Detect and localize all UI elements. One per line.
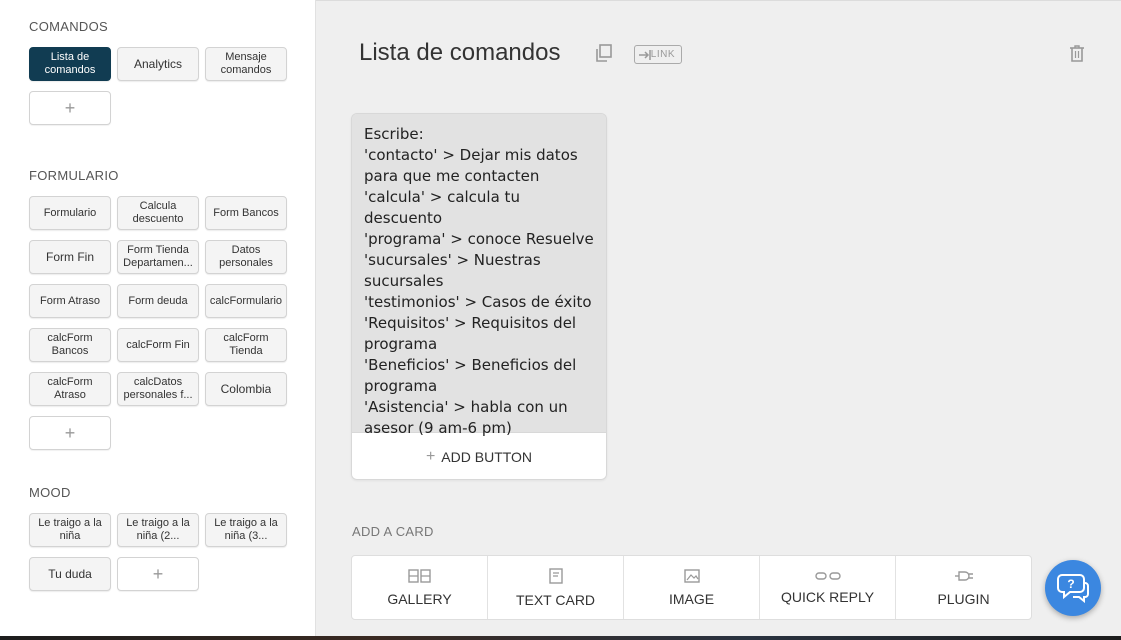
- block-calcformulario[interactable]: calcFormulario: [205, 284, 287, 318]
- block-le-traigo-a-la-nina-2[interactable]: Le traigo a la niña (2...: [117, 513, 199, 547]
- block-analytics[interactable]: Analytics: [117, 47, 199, 81]
- block-colombia[interactable]: Colombia: [205, 372, 287, 406]
- section-title-formulario: FORMULARIO: [29, 168, 119, 183]
- link-arrow-icon: [639, 50, 651, 60]
- block-datos-personales[interactable]: Datos personales: [205, 240, 287, 274]
- add-block-button[interactable]: +: [117, 557, 199, 591]
- mood-blocks: Le traigo a la niña Le traigo a la niña …: [29, 513, 315, 591]
- add-block-button[interactable]: +: [29, 416, 111, 450]
- add-text-card-button[interactable]: TEXT CARD: [488, 556, 624, 619]
- add-plugin-button[interactable]: PLUGIN: [896, 556, 1031, 619]
- block-calcula-descuento[interactable]: Calcula descuento: [117, 196, 199, 230]
- block-tu-duda[interactable]: Tu duda: [29, 557, 111, 591]
- block-mensaje-comandos[interactable]: Mensaje comandos: [205, 47, 287, 81]
- block-form-bancos[interactable]: Form Bancos: [205, 196, 287, 230]
- chat-help-icon: ?: [1057, 574, 1089, 603]
- block-calcform-atraso[interactable]: calcForm Atraso: [29, 372, 111, 406]
- quick-reply-icon: [814, 571, 841, 580]
- text-card: Escribe: 'contacto' > Dejar mis datos pa…: [351, 113, 607, 480]
- add-card-toolbar: GALLERY TEXT CARD IMAGE QUICK REPLY PLUG…: [351, 555, 1032, 620]
- svg-text:?: ?: [1067, 577, 1074, 591]
- block-form-tienda[interactable]: Form Tienda Departamen...: [117, 240, 199, 274]
- section-title-comandos: COMANDOS: [29, 19, 108, 34]
- add-image-button[interactable]: IMAGE: [624, 556, 760, 619]
- text-card-icon: [548, 567, 563, 584]
- plugin-label: PLUGIN: [937, 590, 990, 607]
- plugin-icon: [954, 570, 973, 581]
- block-form-atraso[interactable]: Form Atraso: [29, 284, 111, 318]
- link-button[interactable]: LINK: [634, 45, 682, 64]
- plus-icon: +: [425, 447, 436, 465]
- section-title-mood: MOOD: [29, 485, 71, 500]
- block-calcform-bancos[interactable]: calcForm Bancos: [29, 328, 111, 362]
- add-block-button[interactable]: +: [29, 91, 111, 125]
- block-le-traigo-a-la-nina-3[interactable]: Le traigo a la niña (3...: [205, 513, 287, 547]
- app-window: COMANDOS Lista de comandos Analytics Men…: [0, 0, 1121, 636]
- block-lista-de-comandos[interactable]: Lista de comandos: [29, 47, 111, 81]
- formulario-blocks: Formulario Calcula descuento Form Bancos…: [29, 196, 315, 450]
- add-quick-reply-button[interactable]: QUICK REPLY: [760, 556, 896, 619]
- add-card-label: ADD A CARD: [352, 524, 434, 539]
- add-gallery-button[interactable]: GALLERY: [352, 556, 488, 619]
- sidebar: COMANDOS Lista de comandos Analytics Men…: [0, 0, 316, 636]
- page-title[interactable]: Lista de comandos: [359, 39, 560, 67]
- link-label: LINK: [650, 49, 675, 60]
- block-form-deuda[interactable]: Form deuda: [117, 284, 199, 318]
- block-formulario[interactable]: Formulario: [29, 196, 111, 230]
- copy-icon[interactable]: [595, 44, 613, 62]
- trash-icon[interactable]: [1069, 44, 1085, 62]
- block-calcform-fin[interactable]: calcForm Fin: [117, 328, 199, 362]
- main-editor: Lista de comandos LINK Escribe: 'contact…: [316, 0, 1121, 636]
- quick-reply-label: QUICK REPLY: [780, 588, 875, 605]
- image-label: IMAGE: [668, 590, 715, 607]
- block-calcdatos-personales[interactable]: calcDatos personales f...: [117, 372, 199, 406]
- help-chat-button[interactable]: ?: [1045, 560, 1101, 616]
- desktop-background-strip: [0, 636, 1121, 640]
- add-button[interactable]: + ADD BUTTON: [352, 432, 606, 479]
- block-form-fin[interactable]: Form Fin: [29, 240, 111, 274]
- gallery-icon: [407, 568, 431, 583]
- image-icon: [683, 568, 700, 583]
- gallery-label: GALLERY: [387, 590, 452, 607]
- card-text[interactable]: Escribe: 'contacto' > Dejar mis datos pa…: [352, 114, 606, 437]
- text-card-label: TEXT CARD: [515, 591, 596, 608]
- block-calcform-tienda[interactable]: calcForm Tienda: [205, 328, 287, 362]
- block-le-traigo-a-la-nina[interactable]: Le traigo a la niña: [29, 513, 111, 547]
- comandos-blocks: Lista de comandos Analytics Mensaje coma…: [29, 47, 315, 125]
- add-button-label: ADD BUTTON: [441, 448, 533, 465]
